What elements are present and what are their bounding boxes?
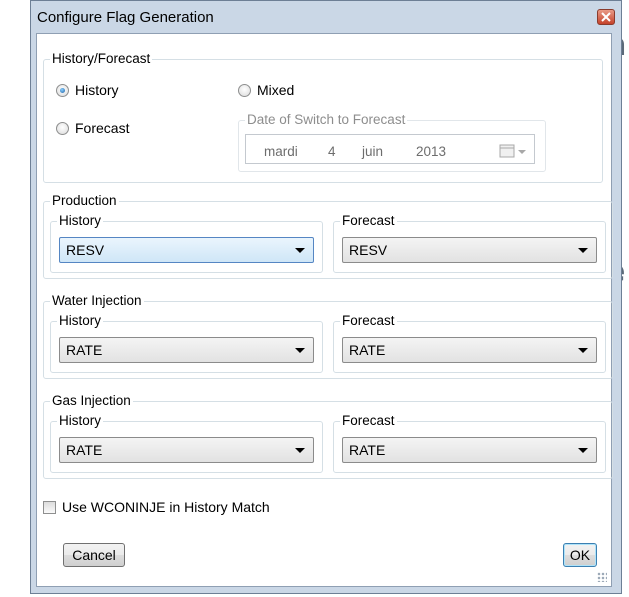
production-history-group: History RESV <box>50 213 323 273</box>
resize-grip[interactable] <box>597 572 607 582</box>
radio-mixed-label: Mixed <box>257 82 295 98</box>
calendar-dropdown-icon[interactable] <box>498 142 528 160</box>
production-forecast-select[interactable]: RESV <box>342 237 597 263</box>
water-injection-group: Water Injection History RATE Forecast RA… <box>43 293 613 379</box>
production-label: Production <box>50 193 119 209</box>
date-switch-label: Date of Switch to Forecast <box>245 112 408 128</box>
gas-injection-group: Gas Injection History RATE Forecast RATE <box>43 393 613 479</box>
water-forecast-select[interactable]: RATE <box>342 337 597 363</box>
radio-history[interactable]: History <box>56 82 119 98</box>
radio-forecast[interactable]: Forecast <box>56 120 129 136</box>
radio-history-label: History <box>75 82 119 98</box>
production-history-label: History <box>57 213 104 229</box>
radio-mixed-indicator[interactable] <box>238 83 251 97</box>
date-month[interactable]: juin <box>362 144 383 159</box>
use-wconinje-label: Use WCONINJE in History Match <box>62 499 270 515</box>
history-forecast-group: History/Forecast History Mixed Forecast … <box>43 51 603 183</box>
production-group: Production History RESV Forecast RESV <box>43 193 613 279</box>
use-wconinje-box[interactable] <box>43 500 56 514</box>
gas-history-group: History RATE <box>50 413 323 473</box>
water-forecast-label: Forecast <box>340 313 397 329</box>
gas-forecast-value: RATE <box>349 442 386 458</box>
chevron-down-icon <box>295 248 305 253</box>
production-history-select[interactable]: RESV <box>59 237 314 263</box>
production-forecast-label: Forecast <box>340 213 397 229</box>
date-switch-group: Date of Switch to Forecast mardi 4 juin … <box>238 112 546 172</box>
dialog-body: History/Forecast History Mixed Forecast … <box>36 33 613 587</box>
configure-flag-dialog: Configure Flag Generation History/Foreca… <box>30 0 622 594</box>
title-bar[interactable]: Configure Flag Generation <box>31 1 621 33</box>
water-forecast-group: Forecast RATE <box>333 313 606 373</box>
history-forecast-label: History/Forecast <box>50 51 153 67</box>
close-button[interactable] <box>597 9 615 25</box>
gas-forecast-group: Forecast RATE <box>333 413 606 473</box>
radio-forecast-label: Forecast <box>75 120 130 136</box>
radio-mixed[interactable]: Mixed <box>238 82 294 98</box>
chevron-down-icon <box>295 348 305 353</box>
date-year[interactable]: 2013 <box>416 144 446 159</box>
gas-forecast-label: Forecast <box>340 413 397 429</box>
water-injection-label: Water Injection <box>50 293 144 309</box>
gas-history-label: History <box>57 413 104 429</box>
gas-history-select[interactable]: RATE <box>59 437 314 463</box>
gas-injection-label: Gas Injection <box>50 393 133 409</box>
date-day[interactable]: 4 <box>328 144 336 159</box>
date-switch-picker[interactable]: mardi 4 juin 2013 <box>245 134 535 164</box>
chevron-down-icon <box>578 248 588 253</box>
water-history-select[interactable]: RATE <box>59 337 314 363</box>
production-forecast-group: Forecast RESV <box>333 213 606 273</box>
radio-forecast-indicator[interactable] <box>56 121 69 135</box>
use-wconinje-checkbox[interactable]: Use WCONINJE in History Match <box>43 499 270 515</box>
water-history-group: History RATE <box>50 313 323 373</box>
gas-forecast-select[interactable]: RATE <box>342 437 597 463</box>
production-history-value: RESV <box>66 242 105 258</box>
date-day-name[interactable]: mardi <box>264 144 298 159</box>
close-icon <box>601 12 611 22</box>
water-history-value: RATE <box>66 342 103 358</box>
water-forecast-value: RATE <box>349 342 386 358</box>
dialog-title: Configure Flag Generation <box>37 9 214 26</box>
ok-button[interactable]: OK <box>563 543 597 567</box>
production-forecast-value: RESV <box>349 242 388 258</box>
chevron-down-icon <box>578 348 588 353</box>
water-history-label: History <box>57 313 104 329</box>
cancel-button[interactable]: Cancel <box>63 543 125 567</box>
chevron-down-icon <box>295 448 305 453</box>
radio-history-indicator[interactable] <box>56 83 69 97</box>
chevron-down-icon <box>578 448 588 453</box>
gas-history-value: RATE <box>66 442 103 458</box>
